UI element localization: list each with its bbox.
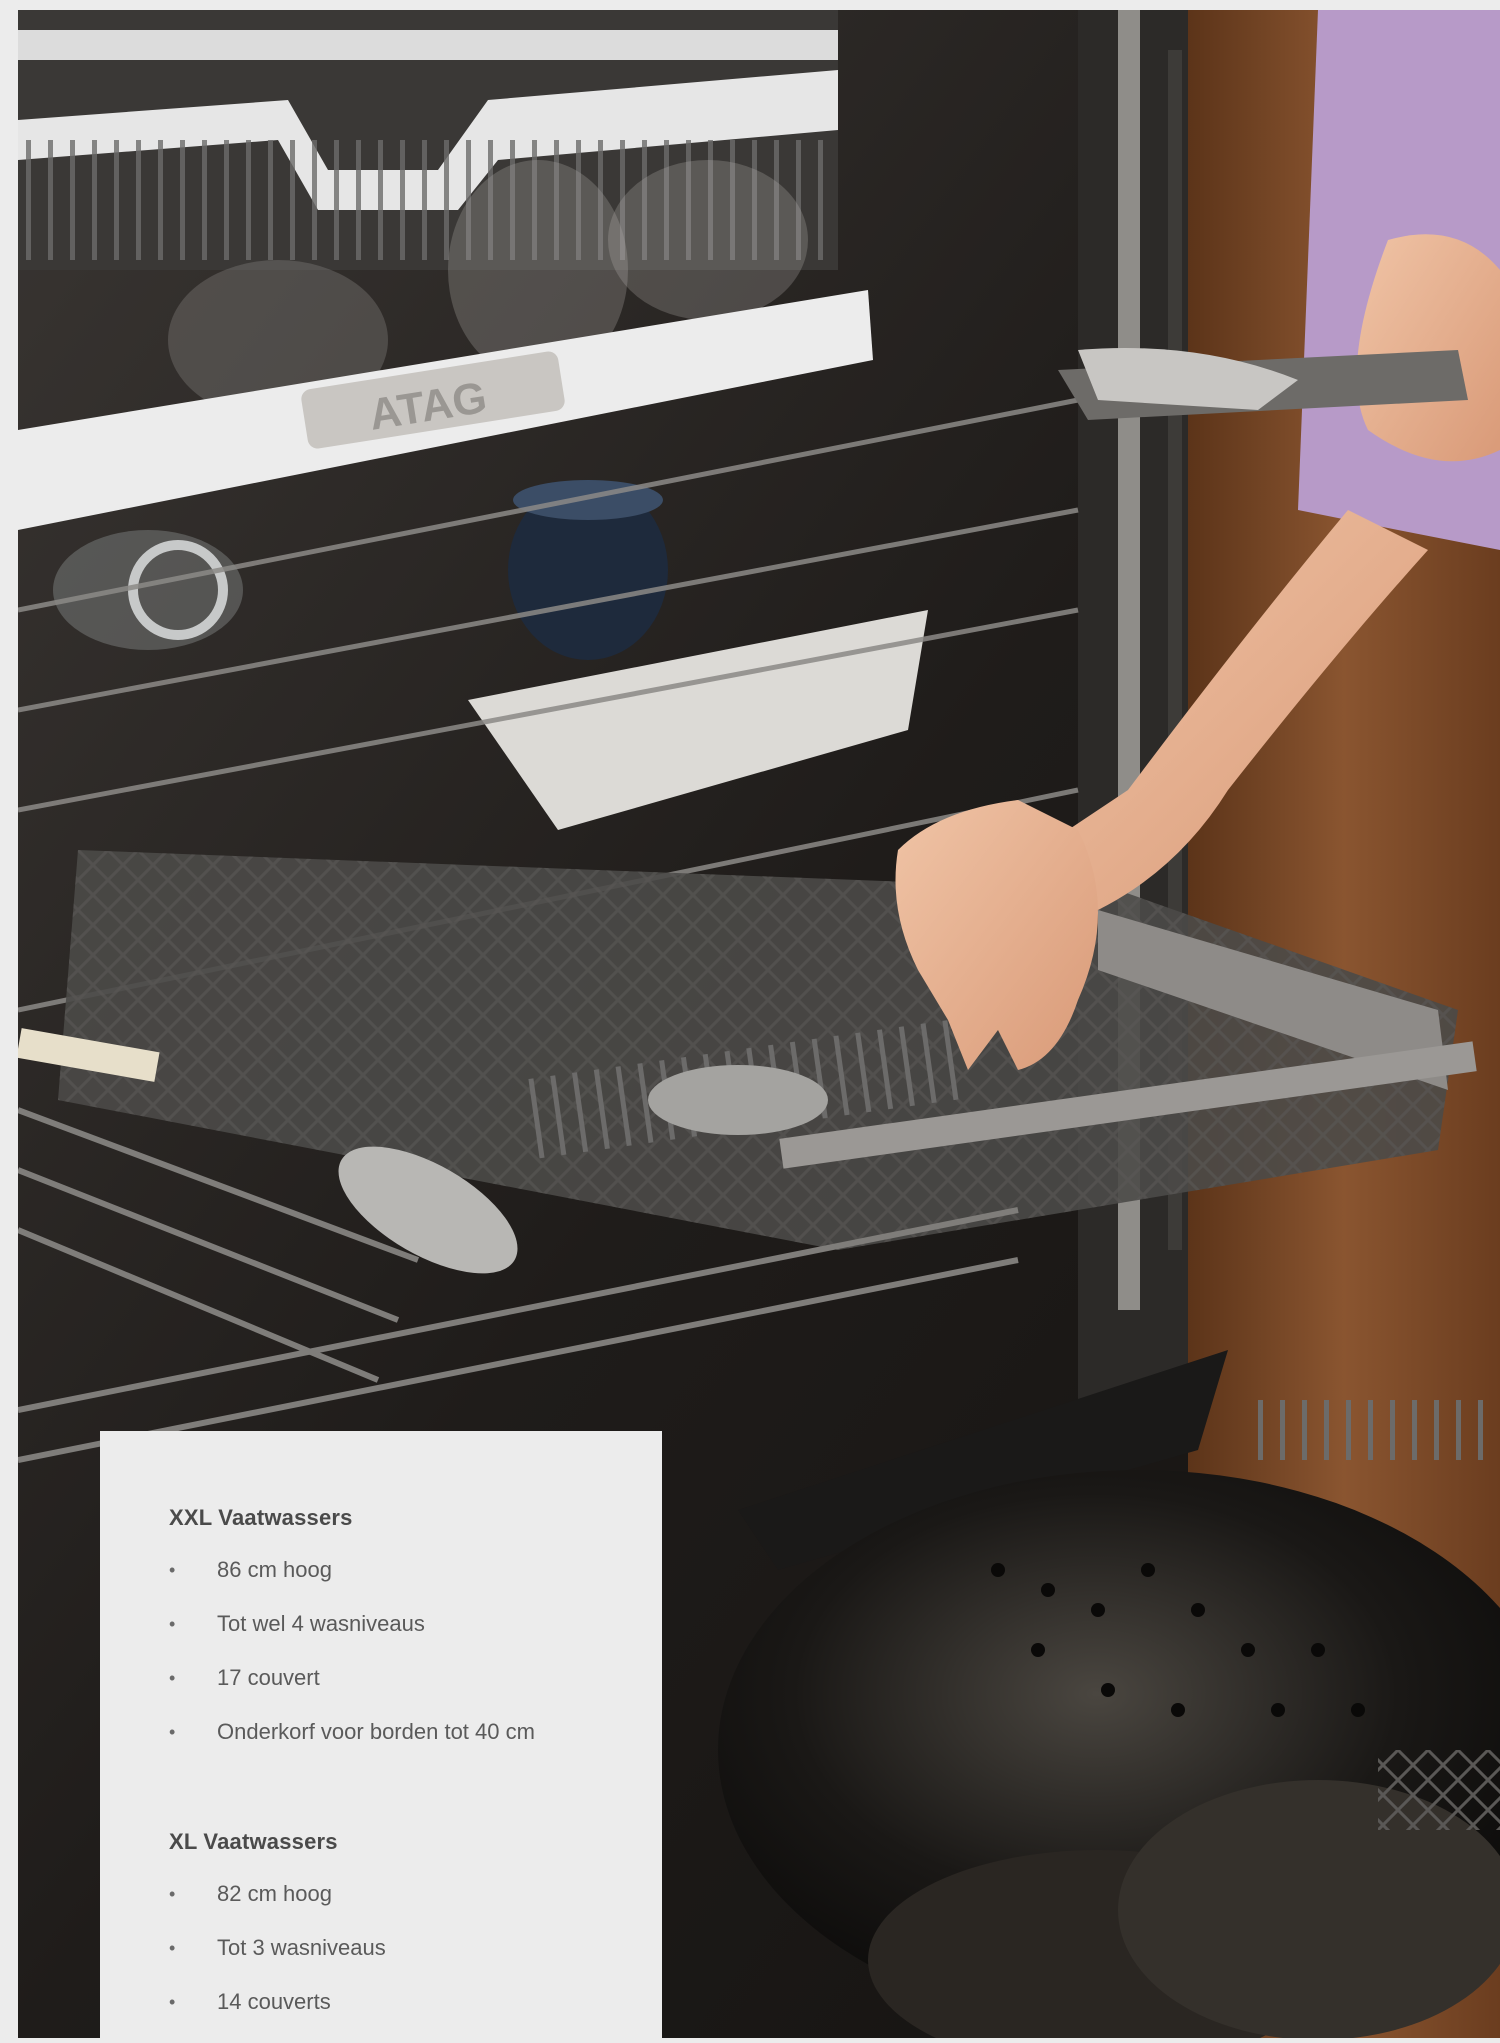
list-item: • Tot wel 4 wasniveaus	[169, 1611, 662, 1665]
bullet-icon: •	[169, 1722, 176, 1742]
info-panel: XXL Vaatwassers • 86 cm hoog • Tot wel 4 w…	[100, 1431, 662, 2038]
feature-text: 14 couverts	[217, 1989, 331, 2014]
section-xl: XL Vaatwassers • 82 cm hoog • Tot 3 wasniv…	[169, 1829, 662, 2043]
list-item: • 17 couvert	[169, 1665, 662, 1719]
feature-text: Tot wel 4 wasniveaus	[217, 1611, 425, 1636]
list-item: • 14 couverts	[169, 1989, 662, 2043]
list-item: • 82 cm hoog	[169, 1881, 662, 1935]
section-title: XL Vaatwassers	[169, 1829, 338, 1854]
bullet-icon: •	[169, 1884, 176, 1904]
feature-list: • 82 cm hoog • Tot 3 wasniveaus • 14 couver…	[169, 1881, 662, 2043]
feature-text: Tot 3 wasniveaus	[217, 1935, 386, 1960]
list-item: • Onderkorf voor borden tot 40 cm	[169, 1719, 662, 1773]
list-item: • 86 cm hoog	[169, 1557, 662, 1611]
list-item: • Tot 3 wasniveaus	[169, 1935, 662, 1989]
bullet-icon: •	[169, 1992, 176, 2012]
bullet-icon: •	[169, 1614, 176, 1634]
feature-text: 17 couvert	[217, 1665, 320, 1690]
bullet-icon: •	[169, 1668, 176, 1688]
bullet-icon: •	[169, 1560, 176, 1580]
feature-text: 86 cm hoog	[217, 1557, 332, 1582]
feature-text: 82 cm hoog	[217, 1881, 332, 1906]
bullet-icon: •	[169, 1938, 176, 1958]
feature-list: • 86 cm hoog • Tot wel 4 wasniveaus • 17 co…	[169, 1557, 662, 1773]
feature-text: Onderkorf voor borden tot 40 cm	[217, 1719, 535, 1744]
section-xxl: XXL Vaatwassers • 86 cm hoog • Tot wel 4 w…	[169, 1505, 662, 1773]
section-title: XXL Vaatwassers	[169, 1505, 353, 1530]
